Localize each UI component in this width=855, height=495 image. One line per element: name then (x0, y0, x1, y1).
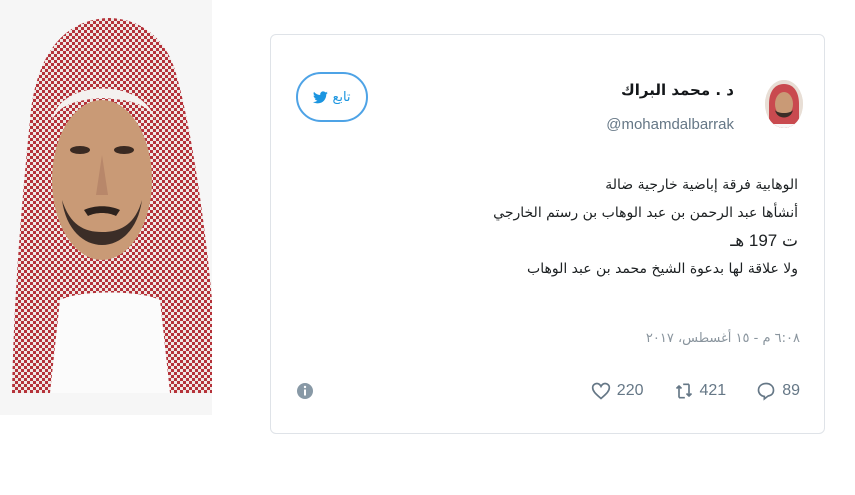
info-icon[interactable] (295, 381, 315, 401)
reply-action[interactable]: 89 (756, 381, 800, 401)
tweet-line: أنشأها عبد الرحمن بن عبد الوهاب بن رستم … (493, 205, 798, 221)
retweet-icon (675, 383, 692, 399)
reply-icon (757, 382, 775, 401)
tweet-card: تابع د . محمد البراك @mohamdalbarrak الو… (270, 34, 825, 434)
portrait-photo (0, 0, 212, 415)
user-handle[interactable]: @mohamdalbarrak (606, 116, 734, 133)
reply-count: 89 (782, 382, 800, 399)
display-name[interactable]: د . محمد البراك (621, 81, 734, 99)
tweet-timestamp[interactable]: ٦:٠٨ م - ١٥ أغسطس، ٢٠١٧ (646, 331, 800, 346)
tweet-line: ولا علاقة لها بدعوة الشيخ محمد بن عبد ال… (527, 261, 798, 277)
tweet-actions: 89 421 220 (591, 380, 800, 402)
heart-icon (591, 382, 610, 400)
retweet-count: 421 (699, 382, 727, 399)
tweet-text: الوهابية فرقة إباضية خارجية ضالة أنشأها … (378, 171, 798, 283)
tweet-line: ت 197 هـ (730, 231, 798, 250)
like-action[interactable]: 220 (591, 381, 644, 401)
follow-button[interactable]: تابع (296, 72, 368, 122)
follow-label: تابع (332, 89, 351, 105)
twitter-bird-icon (313, 90, 329, 103)
avatar[interactable] (765, 80, 803, 128)
retweet-action[interactable]: 421 (674, 381, 727, 401)
like-count: 220 (616, 382, 644, 399)
tweet-line: الوهابية فرقة إباضية خارجية ضالة (605, 177, 798, 193)
